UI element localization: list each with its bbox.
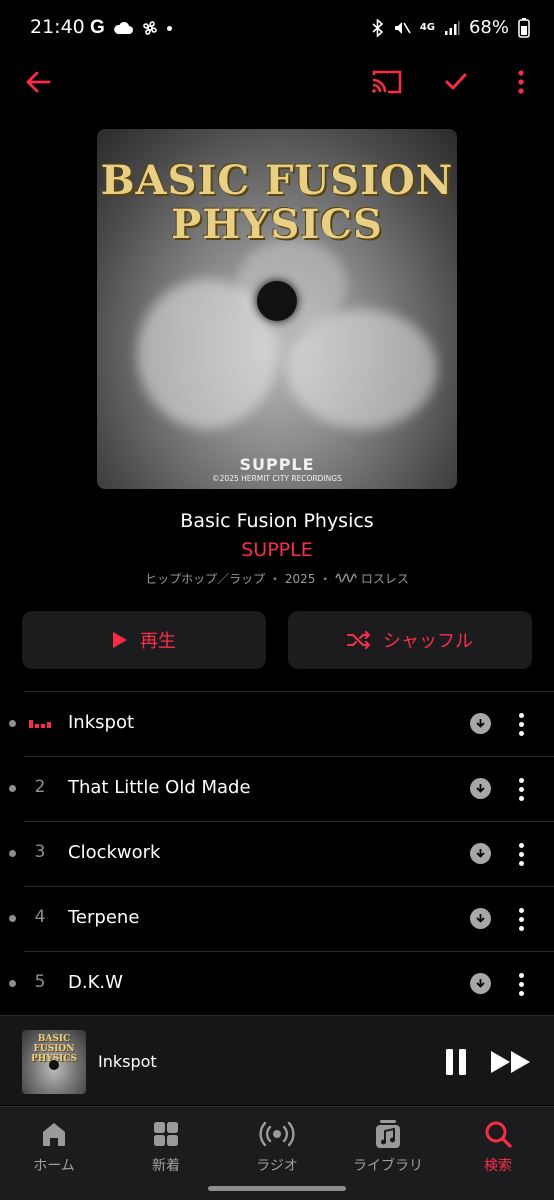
signal-icon <box>444 20 460 35</box>
lossless-icon <box>335 573 357 583</box>
play-icon <box>113 632 127 648</box>
album-title: Basic Fusion Physics <box>180 510 374 532</box>
track-title: Terpene <box>68 907 140 928</box>
mini-player-artwork: BASIC FUSION PHYSICS <box>22 1030 86 1094</box>
album-year: 2025 <box>284 572 316 586</box>
track-row[interactable]: 4 Terpene <box>0 886 554 951</box>
google-icon: G <box>90 17 105 38</box>
track-number: 5 <box>34 972 46 992</box>
system-home-indicator[interactable] <box>208 1186 346 1191</box>
search-icon <box>485 1121 512 1148</box>
status-bar: 21:40 G 4G 68% <box>0 0 554 60</box>
mute-icon <box>394 21 411 34</box>
shuffle-label: シャッフル <box>383 631 473 652</box>
cast-button[interactable] <box>366 62 406 102</box>
nav-library-label: ライブラリ <box>353 1158 423 1174</box>
more-options-button[interactable] <box>501 62 541 102</box>
play-label: 再生 <box>140 631 176 652</box>
cloud-icon <box>113 21 133 34</box>
mini-player-song-title: Inkspot <box>98 1052 157 1071</box>
battery-icon <box>518 17 530 38</box>
track-row[interactable]: 5 D.K.W <box>0 951 554 1016</box>
nav-radio-label: ラジオ <box>256 1158 298 1174</box>
more-vertical-icon <box>518 70 524 94</box>
cast-icon <box>372 70 402 94</box>
track-row[interactable]: 2 That Little Old Made <box>0 756 554 821</box>
notification-dot-icon <box>166 25 172 31</box>
radio-icon <box>259 1121 295 1147</box>
pause-icon <box>446 1049 466 1075</box>
downloaded-icon <box>470 713 491 734</box>
library-icon <box>376 1120 400 1148</box>
track-bullet <box>9 850 16 857</box>
checkmark-icon <box>445 73 467 90</box>
nav-radio[interactable]: ラジオ <box>227 1119 327 1175</box>
track-title: Inkspot <box>68 712 135 733</box>
nav-home-label: ホーム <box>33 1158 75 1174</box>
bluetooth-icon <box>372 18 384 37</box>
track-bullet <box>9 785 16 792</box>
track-more-button[interactable] <box>512 772 530 806</box>
track-more-button[interactable] <box>512 837 530 871</box>
downloaded-icon <box>470 973 491 994</box>
network-type: 4G <box>419 22 435 33</box>
track-more-button[interactable] <box>512 967 530 1001</box>
status-time: 21:40 <box>30 16 85 38</box>
back-arrow-icon <box>26 71 51 93</box>
nav-search-label: 検索 <box>484 1158 512 1174</box>
track-title: That Little Old Made <box>68 777 251 798</box>
downloaded-icon <box>470 778 491 799</box>
pinwheel-icon <box>142 21 157 35</box>
track-title: D.K.W <box>68 972 123 993</box>
nav-home[interactable]: ホーム <box>4 1119 104 1175</box>
track-number: 2 <box>34 777 46 797</box>
track-more-button[interactable] <box>512 707 530 741</box>
nav-new-label: 新着 <box>152 1158 180 1174</box>
track-bullet <box>9 980 16 987</box>
grid-icon <box>154 1122 178 1146</box>
nav-library[interactable]: ライブラリ <box>338 1119 438 1175</box>
artwork-brand: SUPPLE <box>239 455 315 474</box>
track-number: 3 <box>34 842 46 862</box>
artwork-copyright: ©2025 HERMIT CITY RECORDINGS <box>212 474 342 483</box>
equalizer-icon <box>29 720 51 728</box>
track-title: Clockwork <box>68 842 161 863</box>
added-to-library-button[interactable] <box>436 62 476 102</box>
album-artwork: BASIC FUSION PHYSICS SUPPLE ©2025 HERMIT… <box>97 129 457 489</box>
next-track-button[interactable] <box>488 1046 534 1078</box>
track-list: Inkspot 2 That Little Old Made 3 Clockwo… <box>0 691 554 1016</box>
pause-button[interactable] <box>440 1046 472 1078</box>
track-row[interactable]: Inkspot <box>0 691 554 756</box>
shuffle-icon <box>347 631 370 649</box>
battery-percent: 68% <box>468 17 509 38</box>
track-number: 4 <box>34 907 46 927</box>
shuffle-button[interactable]: シャッフル <box>288 611 532 669</box>
artwork-title: BASIC FUSION PHYSICS <box>100 157 454 248</box>
downloaded-icon <box>470 908 491 929</box>
track-bullet <box>9 720 16 727</box>
mini-player[interactable]: BASIC FUSION PHYSICS Inkspot <box>0 1015 554 1105</box>
album-meta: ヒップホップ／ラップ ・ 2025 ・ ロスレス <box>145 572 409 586</box>
home-icon <box>43 1123 65 1146</box>
nav-search[interactable]: 検索 <box>448 1119 548 1175</box>
track-more-button[interactable] <box>512 902 530 936</box>
top-toolbar <box>0 62 554 102</box>
now-playing-indicator <box>26 712 54 734</box>
play-button[interactable]: 再生 <box>22 611 266 669</box>
lossless-label: ロスレス <box>360 572 409 586</box>
downloaded-icon <box>470 843 491 864</box>
back-button[interactable] <box>18 62 58 102</box>
fast-forward-icon <box>491 1051 530 1073</box>
track-row[interactable]: 3 Clockwork <box>0 821 554 886</box>
track-bullet <box>9 915 16 922</box>
album-genre: ヒップホップ／ラップ <box>145 572 266 586</box>
nav-new[interactable]: 新着 <box>116 1119 216 1175</box>
album-artist-link[interactable]: SUPPLE <box>0 539 554 561</box>
